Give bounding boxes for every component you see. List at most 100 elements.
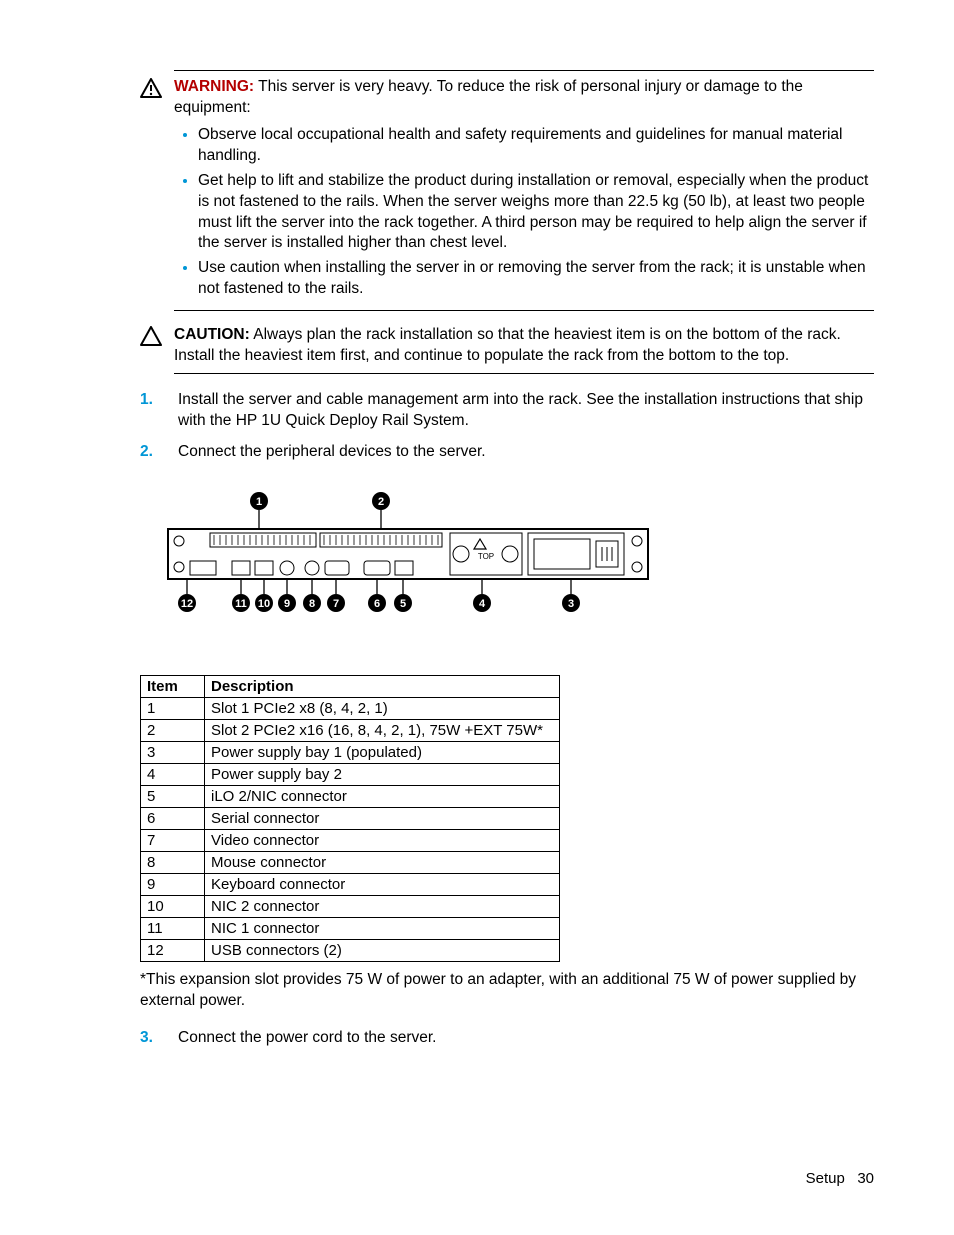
cell-desc: Keyboard connector [205, 873, 560, 895]
cell-item: 2 [141, 719, 205, 741]
table-row: 11NIC 1 connector [141, 917, 560, 939]
server-rear-diagram: 1 2 [158, 491, 874, 621]
caution-text: Always plan the rack installation so tha… [174, 326, 841, 364]
diagram-callout-bottom: 11 [232, 579, 250, 612]
table-row: 3Power supply bay 1 (populated) [141, 741, 560, 763]
table-row: 5iLO 2/NIC connector [141, 785, 560, 807]
caution-label: CAUTION: [174, 326, 250, 343]
table-row: 8Mouse connector [141, 851, 560, 873]
diagram-callout-bottom: 10 [255, 579, 273, 612]
step-3: 3. Connect the power cord to the server. [140, 1028, 874, 1049]
table-row: 10NIC 2 connector [141, 895, 560, 917]
step-text: Connect the peripheral devices to the se… [178, 442, 874, 463]
svg-text:TOP: TOP [478, 552, 494, 561]
svg-text:8: 8 [309, 598, 315, 610]
step-number: 3. [140, 1028, 178, 1049]
caution-body: CAUTION: Always plan the rack installati… [174, 325, 874, 367]
svg-text:4: 4 [479, 598, 486, 610]
cell-desc: Video connector [205, 829, 560, 851]
diagram-callout-top: 1 [250, 492, 268, 529]
step-text: Install the server and cable management … [178, 390, 874, 432]
cell-item: 12 [141, 939, 205, 961]
cell-item: 3 [141, 741, 205, 763]
warning-label: WARNING: [174, 78, 254, 95]
page-footer: Setup 30 [806, 1170, 874, 1187]
warning-intro: This server is very heavy. To reduce the… [174, 78, 803, 116]
diagram-callout-top: 2 [372, 492, 390, 529]
diagram-callout-bottom: 6 [368, 579, 386, 612]
cell-desc: Serial connector [205, 807, 560, 829]
svg-text:3: 3 [568, 598, 574, 610]
caution-icon [140, 325, 174, 346]
cell-item: 5 [141, 785, 205, 807]
svg-text:2: 2 [378, 496, 384, 508]
steps-list: 1. Install the server and cable manageme… [140, 390, 874, 463]
table-row: 9Keyboard connector [141, 873, 560, 895]
th-item: Item [141, 675, 205, 697]
diagram-callout-bottom: 4 [473, 579, 491, 612]
cell-desc: NIC 2 connector [205, 895, 560, 917]
diagram-callout-bottom: 9 [278, 579, 296, 612]
step-number: 1. [140, 390, 178, 432]
th-desc: Description [205, 675, 560, 697]
cell-desc: Power supply bay 1 (populated) [205, 741, 560, 763]
rule [174, 373, 874, 374]
cell-item: 9 [141, 873, 205, 895]
page: WARNING: This server is very heavy. To r… [0, 0, 954, 1235]
cell-item: 7 [141, 829, 205, 851]
svg-text:12: 12 [181, 598, 193, 610]
svg-text:1: 1 [256, 496, 262, 508]
footer-page: 30 [857, 1170, 874, 1187]
diagram-callout-bottom: 12 [178, 579, 196, 612]
cell-desc: Mouse connector [205, 851, 560, 873]
table-row: 2Slot 2 PCIe2 x16 (16, 8, 4, 2, 1), 75W … [141, 719, 560, 741]
warning-bullet: Observe local occupational health and sa… [198, 125, 874, 167]
caution-callout: CAUTION: Always plan the rack installati… [140, 325, 874, 374]
cell-desc: Slot 2 PCIe2 x16 (16, 8, 4, 2, 1), 75W +… [205, 719, 560, 741]
svg-text:7: 7 [333, 598, 339, 610]
table-row: 12USB connectors (2) [141, 939, 560, 961]
cell-desc: USB connectors (2) [205, 939, 560, 961]
cell-item: 8 [141, 851, 205, 873]
table-header-row: Item Description [141, 675, 560, 697]
step-number: 2. [140, 442, 178, 463]
cell-item: 4 [141, 763, 205, 785]
cell-item: 1 [141, 697, 205, 719]
diagram-svg: 1 2 [158, 491, 658, 621]
diagram-callout-bottom: 7 [327, 579, 345, 612]
diagram-callout-bottom: 8 [303, 579, 321, 612]
footer-section: Setup [806, 1170, 845, 1187]
step-2: 2. Connect the peripheral devices to the… [140, 442, 874, 463]
warning-bullet: Use caution when installing the server i… [198, 258, 874, 300]
svg-text:5: 5 [400, 598, 406, 610]
step-1: 1. Install the server and cable manageme… [140, 390, 874, 432]
warning-callout: WARNING: This server is very heavy. To r… [140, 70, 874, 311]
footnote: *This expansion slot provides 75 W of po… [140, 970, 874, 1012]
cell-desc: Power supply bay 2 [205, 763, 560, 785]
cell-desc: Slot 1 PCIe2 x8 (8, 4, 2, 1) [205, 697, 560, 719]
table-row: 4Power supply bay 2 [141, 763, 560, 785]
warning-list: Observe local occupational health and sa… [198, 125, 874, 300]
step-text: Connect the power cord to the server. [178, 1028, 874, 1049]
table-row: 1Slot 1 PCIe2 x8 (8, 4, 2, 1) [141, 697, 560, 719]
warning-body: WARNING: This server is very heavy. To r… [174, 77, 874, 304]
table-body: 1Slot 1 PCIe2 x8 (8, 4, 2, 1) 2Slot 2 PC… [141, 697, 560, 961]
cell-desc: iLO 2/NIC connector [205, 785, 560, 807]
steps-list-continued: 3. Connect the power cord to the server. [140, 1028, 874, 1049]
warning-icon [140, 77, 174, 98]
diagram-callout-bottom: 5 [394, 579, 412, 612]
svg-text:11: 11 [235, 598, 247, 610]
cell-item: 11 [141, 917, 205, 939]
cell-item: 10 [141, 895, 205, 917]
diagram-callout-bottom: 3 [562, 579, 580, 612]
table-row: 7Video connector [141, 829, 560, 851]
rule [174, 310, 874, 311]
connector-table: Item Description 1Slot 1 PCIe2 x8 (8, 4,… [140, 675, 560, 962]
cell-item: 6 [141, 807, 205, 829]
warning-bullet: Get help to lift and stabilize the produ… [198, 171, 874, 255]
svg-text:9: 9 [284, 598, 290, 610]
rule [174, 70, 874, 71]
svg-text:10: 10 [258, 598, 270, 610]
table-row: 6Serial connector [141, 807, 560, 829]
cell-desc: NIC 1 connector [205, 917, 560, 939]
